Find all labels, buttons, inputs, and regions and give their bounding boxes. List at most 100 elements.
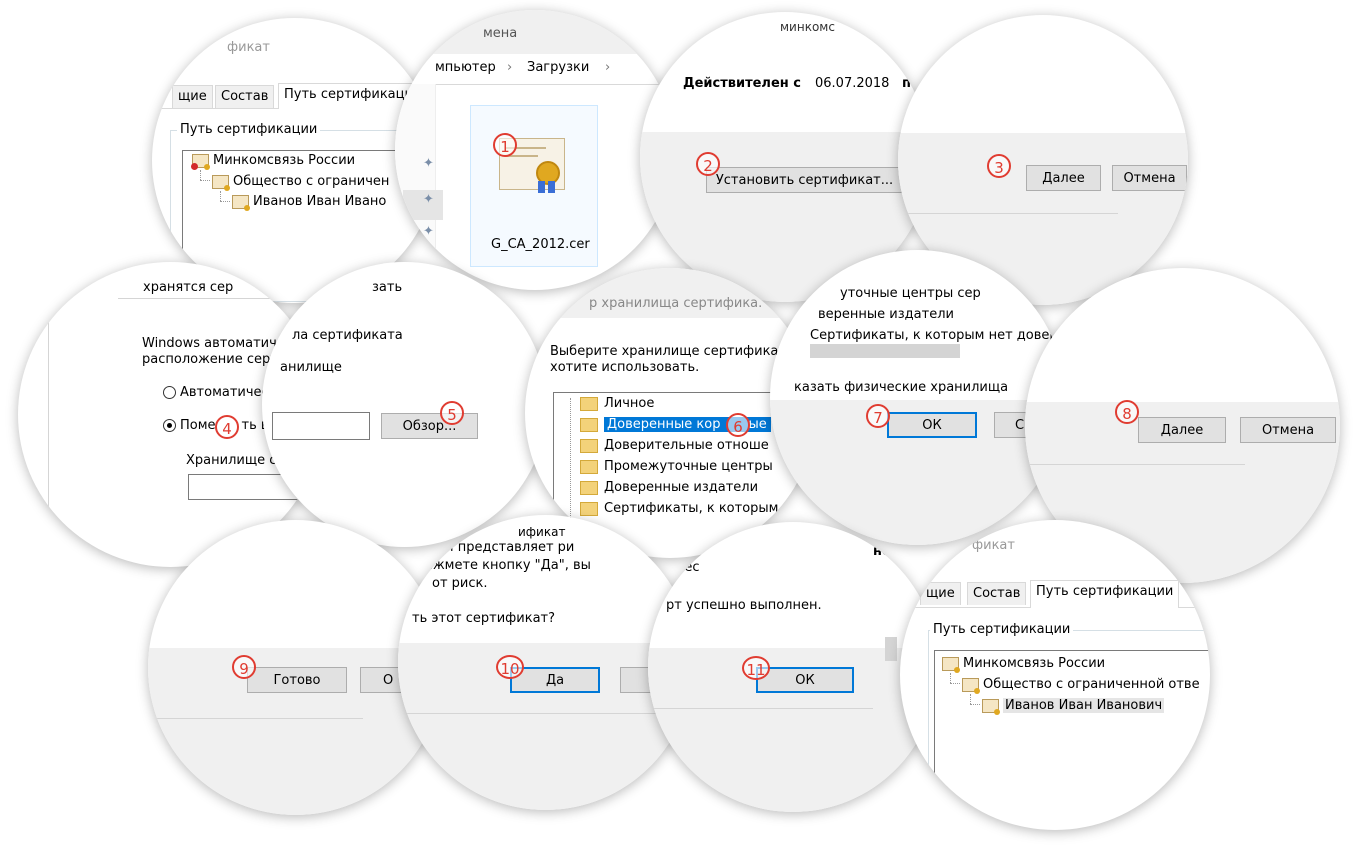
show-physical-stores[interactable]: казать физические хранилища (794, 380, 1008, 395)
install-certificate-button[interactable]: Установить сертификат... (706, 167, 903, 193)
divider (898, 213, 1118, 214)
tab-details[interactable]: Состав (215, 85, 275, 108)
ok-button[interactable]: ОК (887, 412, 977, 438)
cert-icon (212, 174, 230, 191)
pin-icon[interactable]: ✦ (423, 224, 434, 239)
breadcrumb-separator: › (605, 60, 611, 75)
folder-icon (580, 459, 598, 474)
zoom-browse: зать ла сертификата анилище Обзор... 5 (262, 262, 547, 547)
step-badge: 1 (493, 133, 517, 157)
finish-button[interactable]: Готово (247, 667, 347, 693)
list-fragment: веренные издатели (818, 307, 954, 322)
text-fragment: ричес (660, 560, 700, 575)
list-fragment: Сертификаты, к которым нет довер (810, 328, 1058, 343)
tree-item-root[interactable]: Минкомсвязь России (942, 656, 1106, 673)
folder-label: Доверенные издатели (604, 480, 759, 495)
file-name: G_CA_2012.cer (491, 237, 590, 252)
scroll-fragment (885, 637, 897, 661)
tab-cert-path[interactable]: Путь сертификации (1030, 580, 1180, 608)
folder-icon (580, 438, 598, 453)
step-badge: 2 (696, 152, 720, 176)
zoom-import-success: ричес но рт успешно выполнен. ОК 11 (648, 522, 938, 812)
pin-icon[interactable]: ✦ (423, 192, 434, 207)
folder-icon (580, 480, 598, 495)
folder-label: Доверительные отноше (604, 438, 769, 453)
folder-icon (580, 501, 598, 516)
zoom-downloads-folder: мена мпьютер › Загрузки › ✦ ✦ ✦ ✦ G_CA_2… (395, 10, 675, 290)
warning-question: ть этот сертификат? (412, 611, 556, 626)
tab-strip: щие Состав Путь сертификации (900, 575, 1210, 608)
list-fragment: уточные центры сер (840, 286, 981, 301)
divider (1025, 464, 1245, 465)
ok-button[interactable]: ОК (756, 667, 854, 693)
tree-item-intermediate[interactable]: Общество с ограничен (212, 174, 389, 191)
success-message: рт успешно выполнен. (666, 598, 822, 613)
breadcrumb-downloads[interactable]: Загрузки (527, 60, 589, 75)
tab-general[interactable]: щие (920, 582, 961, 605)
breadcrumb-separator: › (507, 60, 513, 75)
tree-item-leaf-label: Иванов Иван Иванович (1003, 698, 1165, 713)
window-title: мена (483, 26, 518, 41)
divider (648, 708, 873, 709)
next-button[interactable]: Далее (1138, 417, 1226, 443)
cert-icon (982, 698, 1000, 715)
step-badge: 4 (215, 415, 239, 439)
store-path-input[interactable] (272, 412, 370, 440)
step-badge: 8 (1115, 400, 1139, 424)
frame-edge (48, 282, 49, 522)
warning-fragment: ификат (518, 525, 566, 539)
text-fragment: зать (372, 280, 403, 295)
tree-item-root-label: Минкомсвязь России (963, 656, 1106, 671)
prompt-line2: хотите использовать. (550, 360, 700, 375)
yes-button[interactable]: Да (510, 667, 600, 693)
tab-general[interactable]: щие (172, 85, 213, 108)
title-bar (395, 10, 675, 54)
text-fragment: хранятся сер (143, 280, 234, 295)
issuer-fragment: минкомс (780, 20, 835, 34)
cancel-button[interactable]: Отмена (1112, 165, 1187, 191)
radio-manual-label: Поме (180, 418, 216, 433)
folder-item[interactable]: Промежуточные центры (580, 459, 773, 474)
tree-item-root[interactable]: Минкомсвязь России (191, 153, 356, 170)
tree-item-root-label: Минкомсвязь России (213, 153, 356, 168)
zoom-cert-path-bottom: фикат щие Состав Путь сертификации Путь … (900, 520, 1210, 830)
step-badge: 3 (987, 154, 1011, 178)
folder-item[interactable]: Доверительные отноше (580, 438, 769, 453)
folder-icon (580, 396, 598, 411)
next-button[interactable]: Далее (1026, 165, 1101, 191)
tree-item-leaf[interactable]: Иванов Иван Иванович (982, 698, 1165, 715)
scrollbar[interactable] (810, 344, 960, 358)
tree-item-intermediate-label: Общество с ограниченной отве (983, 677, 1200, 692)
folder-label: Сертификаты, к которым н (604, 501, 792, 516)
warning-line3: от риск. (432, 576, 488, 591)
cert-error-icon (191, 153, 210, 170)
folder-label: Личное (604, 396, 655, 411)
folder-item[interactable]: Доверенные издатели (580, 480, 758, 495)
radio-automatic[interactable]: Автоматичес (163, 385, 269, 400)
step-badge: 6 (726, 413, 750, 437)
step-badge: 9 (232, 655, 256, 679)
folder-item[interactable]: Сертификаты, к которым н (580, 501, 791, 516)
tab-details[interactable]: Состав (967, 582, 1027, 605)
browse-button[interactable]: Обзор... (381, 413, 478, 439)
folder-label: Промежуточные центры (604, 459, 773, 474)
cert-icon (232, 194, 250, 211)
step-badge: 5 (440, 401, 464, 425)
window-title: фикат (972, 538, 1015, 553)
group-label: Путь сертификации (177, 122, 321, 137)
folder-label-tail: ые (748, 417, 767, 432)
tree-item-leaf-label: Иванов Иван Ивано (253, 194, 387, 209)
window-title: фикат (227, 40, 270, 55)
divider (148, 718, 363, 719)
tree-item-intermediate[interactable]: Общество с ограниченной отве (962, 677, 1200, 694)
prompt-line1: Выберите хранилище сертификатов (550, 344, 802, 359)
cert-icon (942, 656, 960, 673)
tree-item-leaf[interactable]: Иванов Иван Ивано (232, 194, 387, 211)
folder-item[interactable]: Личное (580, 396, 654, 411)
breadcrumb-computer[interactable]: мпьютер (435, 60, 496, 75)
folder-icon (580, 417, 598, 432)
cancel-button[interactable]: Отмена (1240, 417, 1336, 443)
step-badge: 10 (496, 655, 524, 679)
step-badge: 7 (866, 404, 890, 428)
pin-icon[interactable]: ✦ (423, 156, 434, 171)
